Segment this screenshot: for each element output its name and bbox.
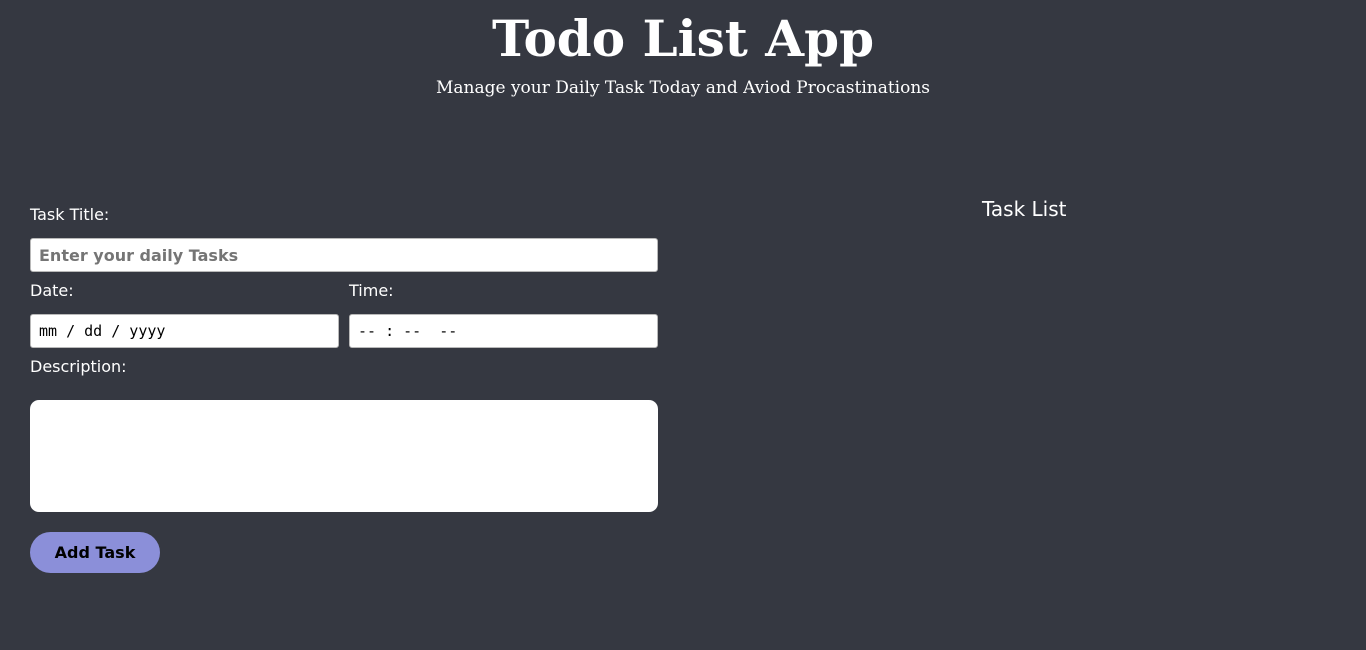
task-title-placeholder: Enter your daily Tasks [39, 245, 239, 265]
task-title-input[interactable]: Enter your daily Tasks [30, 238, 658, 272]
date-input[interactable]: mm / dd / yyyy [30, 314, 339, 348]
app-title: Todo List App [491, 9, 875, 68]
task-title-label: Task Title: [30, 205, 110, 224]
time-input[interactable]: -- : -- -- [349, 314, 658, 348]
description-textarea[interactable] [30, 400, 658, 512]
add-task-button[interactable]: Add Task [30, 532, 160, 573]
app-subtitle: Manage your Daily Task Today and Aviod P… [435, 78, 931, 98]
date-label: Date: [30, 281, 74, 300]
description-label: Description: [30, 357, 127, 376]
date-value: mm / dd / yyyy [39, 322, 166, 340]
time-value: -- : -- -- [358, 322, 458, 340]
time-label: Time: [349, 281, 394, 300]
task-list-heading: Task List [982, 197, 1067, 221]
